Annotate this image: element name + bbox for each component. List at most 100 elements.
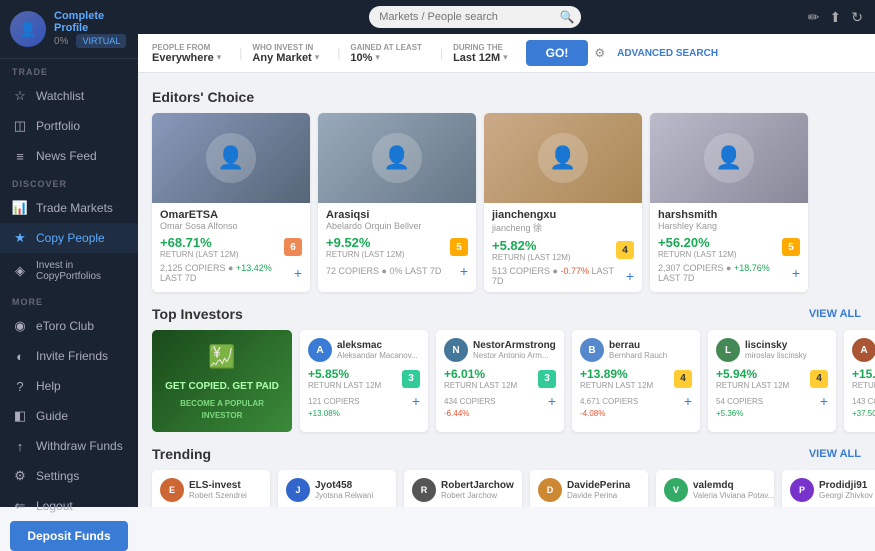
get-copied-card[interactable]: 💹 GET COPIED. GET PAID BECOME A POPULAR …	[152, 330, 292, 432]
who-invest-dropdown[interactable]: Any Market ▾	[252, 52, 319, 64]
advanced-search-link[interactable]: ADVANCED SEARCH	[617, 48, 718, 59]
go-button[interactable]: GO!	[526, 40, 589, 66]
people-from-dropdown[interactable]: Everywhere ▾	[152, 52, 221, 64]
trending-cards: E ELS-invest Robert Szendrei +35.12% RET…	[152, 470, 861, 507]
investor-stats: +5.85% RETURN LAST 12M 3	[308, 367, 420, 390]
sidebar-item-help[interactable]: ? Help	[0, 371, 138, 401]
virtual-badge: VIRTUAL	[76, 34, 126, 48]
risk-badge: 4	[674, 370, 692, 388]
during-filter: DURING THE Last 12M ▾	[453, 43, 508, 64]
investor-card-4: A arash007 Beata Lowaszne Buc... +15.64%…	[844, 330, 875, 432]
investor-realname: Aleksandar Macanov...	[337, 351, 418, 360]
editor-card-realname: Harshley Kang	[658, 221, 800, 231]
avatar: E	[160, 478, 184, 502]
share-icon[interactable]: ⬆	[830, 9, 842, 26]
add-button[interactable]: +	[820, 393, 828, 409]
edit-icon[interactable]: ✏	[808, 9, 820, 26]
add-button[interactable]: +	[684, 393, 692, 409]
add-button[interactable]: +	[294, 265, 302, 281]
avatar: J	[286, 478, 310, 502]
during-value: Last 12M	[453, 52, 500, 64]
sidebar-item-guide[interactable]: ◧ Guide	[0, 401, 138, 431]
sidebar-item-watchlist[interactable]: ☆ Watchlist	[0, 81, 138, 111]
trending-realname: Robert Jarchow	[441, 491, 514, 500]
add-button[interactable]: +	[460, 263, 468, 279]
editor-card-realname: jiancheng 徐	[492, 221, 634, 234]
sidebar-item-news-feed[interactable]: ≡ News Feed	[0, 141, 138, 171]
return-value: +5.94%	[716, 367, 789, 381]
more-section-label: MORE	[0, 289, 138, 311]
get-copied-line2: BECOME A POPULAR INVESTOR	[162, 398, 282, 422]
profile-info: Complete Profile 0% VIRTUAL	[54, 10, 128, 48]
search-bar: 🔍	[369, 6, 580, 28]
investor-header: A arash007 Beata Lowaszne Buc...	[852, 338, 875, 362]
sidebar-item-copy-people[interactable]: ★ Copy People	[0, 223, 138, 253]
add-button[interactable]: +	[792, 265, 800, 281]
trending-header: P Prodidji91 Georgi Zhivkov Prod...	[790, 478, 875, 502]
trending-card-0: E ELS-invest Robert Szendrei +35.12% RET…	[152, 470, 270, 507]
sidebar-item-label: Invest in CopyPortfolios	[36, 260, 126, 282]
trending-username: DavidePerina	[567, 480, 630, 491]
gained-filter: GAINED AT LEAST 10% ▾	[350, 43, 422, 64]
investor-username: liscinsky	[745, 340, 807, 351]
logout-icon: ⇐	[12, 498, 28, 514]
sidebar-item-withdraw-funds[interactable]: ↑ Withdraw Funds	[0, 431, 138, 461]
search-input[interactable]	[369, 6, 580, 28]
markets-icon: 📊	[12, 200, 28, 216]
gained-dropdown[interactable]: 10% ▾	[350, 52, 422, 64]
who-invest-value: Any Market	[252, 52, 311, 64]
withdraw-icon: ↑	[12, 438, 28, 454]
trending-username: valemdq	[693, 480, 774, 491]
sidebar-item-label: News Feed	[36, 149, 97, 163]
trending-header: D DavidePerina Davide Perina	[538, 478, 640, 502]
risk-badge: 6	[284, 238, 302, 256]
sidebar-item-portfolio[interactable]: ◫ Portfolio	[0, 111, 138, 141]
return-value: +5.82%	[492, 238, 571, 253]
chevron-down-icon: ▾	[217, 52, 222, 63]
trending-view-all[interactable]: VIEW ALL	[809, 448, 861, 460]
return-value: +9.52%	[326, 235, 405, 250]
risk-badge: 5	[782, 238, 800, 256]
trending-card-5: P Prodidji91 Georgi Zhivkov Prod... +32.…	[782, 470, 875, 507]
during-dropdown[interactable]: Last 12M ▾	[453, 52, 508, 64]
top-investors-section-header: Top Investors VIEW ALL	[152, 306, 861, 322]
sidebar-profile[interactable]: 👤 Complete Profile 0% VIRTUAL	[0, 0, 138, 59]
avatar: N	[444, 338, 468, 362]
sidebar-item-logout[interactable]: ⇐ Logout	[0, 491, 138, 521]
sidebar-item-etoro-club[interactable]: ◉ eToro Club	[0, 311, 138, 341]
avatar: R	[412, 478, 436, 502]
risk-badge: 3	[538, 370, 556, 388]
sidebar-item-trade-markets[interactable]: 📊 Trade Markets	[0, 193, 138, 223]
topbar: 🔍 ✏ ⬆ ↻	[138, 0, 875, 34]
guide-icon: ◧	[12, 408, 28, 424]
avatar: B	[580, 338, 604, 362]
copiers-change: +37.50%	[852, 409, 875, 418]
trending-realname: Davide Perina	[567, 491, 630, 500]
editors-choice-title: Editors' Choice	[152, 89, 254, 105]
investor-realname: Nestor Antonio Arm...	[473, 351, 556, 360]
add-button[interactable]: +	[412, 393, 420, 409]
people-from-filter: PEOPLE FROM Everywhere ▾	[152, 43, 221, 64]
editor-card-stats: +68.71% RETURN (LAST 12M) 6	[160, 235, 302, 259]
avatar: 👤	[10, 11, 46, 47]
add-button[interactable]: +	[626, 268, 634, 284]
sidebar-item-invite-friends[interactable]: ◐ Invite Friends	[0, 341, 138, 371]
return-label: RETURN LAST 12M	[444, 381, 517, 390]
editor-card-2: 👤 jianchengxu jiancheng 徐 +5.82% RETURN …	[484, 113, 642, 292]
investor-card-2: B berrau Bernhard Rauch +13.89% RETURN L…	[572, 330, 700, 432]
sidebar-item-label: eToro Club	[36, 319, 94, 333]
sidebar: 👤 Complete Profile 0% VIRTUAL TRADE ☆ Wa…	[0, 0, 138, 507]
people-from-label: PEOPLE FROM	[152, 43, 221, 52]
search-button[interactable]: 🔍	[560, 10, 575, 24]
sidebar-item-invest-portfolios[interactable]: ◈ Invest in CopyPortfolios	[0, 253, 138, 289]
sidebar-item-label: Trade Markets	[36, 201, 113, 215]
editor-card-copiers: 2,307 COPIERS ● +18.76% LAST 7D +	[658, 263, 800, 283]
get-copied-line1: GET COPIED. GET PAID	[162, 379, 282, 394]
deposit-funds-button[interactable]: Deposit Funds	[10, 521, 128, 551]
sidebar-item-label: Withdraw Funds	[36, 439, 123, 453]
refresh-icon[interactable]: ↻	[851, 9, 863, 26]
top-investors-view-all[interactable]: VIEW ALL	[809, 308, 861, 320]
investor-card-1: N NestorArmstrong Nestor Antonio Arm... …	[436, 330, 564, 432]
add-button[interactable]: +	[548, 393, 556, 409]
sidebar-item-settings[interactable]: ⚙ Settings	[0, 461, 138, 491]
